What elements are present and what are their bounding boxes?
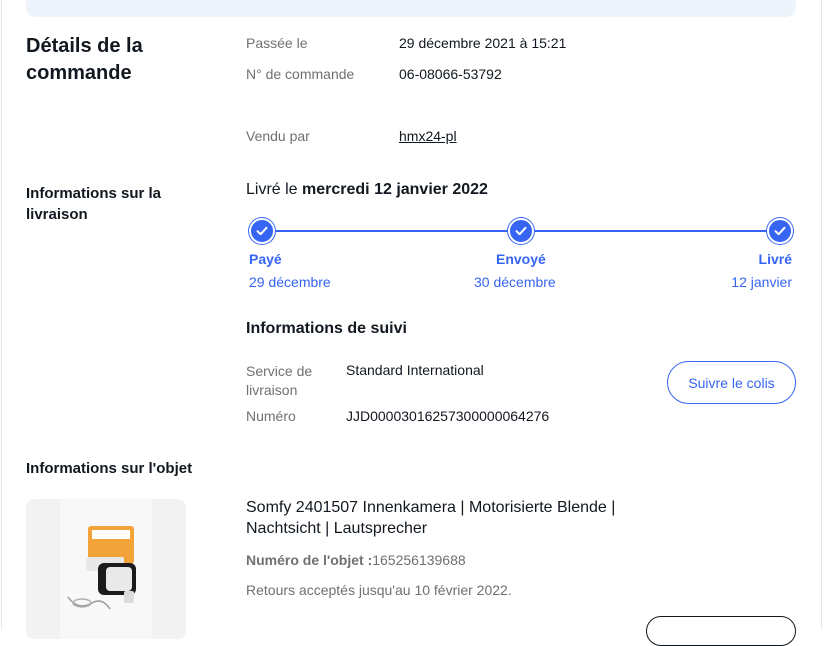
check-icon: [249, 218, 275, 244]
delivered-line: Livré le mercredi 12 janvier 2022: [246, 181, 488, 199]
order-number-value: 06-08066-53792: [399, 66, 502, 82]
delivered-prefix: Livré le: [246, 181, 298, 198]
step-status-delivered: Livré: [758, 251, 792, 267]
item-number: Numéro de l'objet :165256139688: [246, 552, 466, 568]
delivery-progress: Payé 29 décembre Envoyé 30 décembre Livr…: [246, 216, 796, 296]
item-title[interactable]: Somfy 2401507 Innenkamera | Motorisierte…: [246, 497, 666, 539]
step-date-shipped: 30 décembre: [474, 274, 556, 290]
delivered-date: mercredi 12 janvier 2022: [302, 181, 488, 198]
item-action-button[interactable]: [646, 616, 796, 646]
service-label: Service de livraison: [246, 363, 313, 398]
step-status-paid: Payé: [249, 251, 282, 267]
top-banner: [26, 0, 796, 17]
returns-info: Retours acceptés jusqu'au 10 février 202…: [246, 582, 512, 598]
product-image: [60, 499, 152, 639]
sold-by-label: Vendu par: [246, 128, 310, 144]
placed-label: Passée le: [246, 35, 308, 51]
blurred-artifact: ·: [752, 500, 754, 506]
service-value: Standard International: [346, 362, 484, 378]
step-date-delivered: 12 janvier: [731, 274, 792, 290]
placed-value: 29 décembre 2021 à 15:21: [399, 35, 567, 51]
item-section-title: Informations sur l'objet: [26, 460, 193, 477]
seller-link[interactable]: hmx24-pl: [399, 128, 457, 144]
tracking-number-label: Numéro: [246, 408, 296, 424]
delivery-title: Informations sur la livraison: [26, 185, 162, 223]
blurred-artifact: ·: [738, 516, 740, 522]
blurred-artifact: ·: [260, 96, 262, 102]
step-date-paid: 29 décembre: [249, 274, 331, 290]
track-package-button[interactable]: Suivre le colis: [667, 361, 796, 404]
check-icon: [767, 218, 793, 244]
right-border: [821, 0, 822, 629]
step-status-shipped: Envoyé: [496, 251, 546, 267]
tracking-number-value: JJD00003016257300000064276: [346, 408, 550, 424]
item-number-label: Numéro de l'objet :: [246, 552, 373, 568]
item-number-value: 165256139688: [372, 552, 466, 568]
order-number-label: N° de commande: [246, 66, 355, 82]
check-icon: [508, 218, 534, 244]
tracking-title: Informations de suivi: [246, 320, 407, 337]
left-border: [1, 0, 2, 629]
blurred-artifact: ·: [512, 100, 514, 106]
item-thumbnail[interactable]: [26, 499, 186, 639]
order-details-title: Détails de la commande: [26, 35, 143, 84]
